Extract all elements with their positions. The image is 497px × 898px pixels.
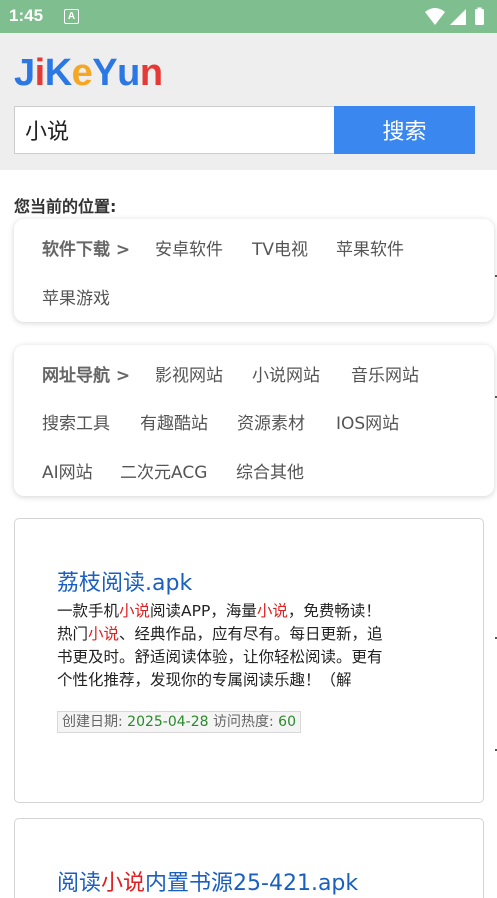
result-title-link[interactable]: 荔枝阅读.apk — [57, 565, 192, 597]
status-time: 1:45 — [9, 6, 44, 25]
nav-android-software[interactable]: 安卓软件 — [155, 235, 223, 260]
nav-video-sites[interactable]: 影视网站 — [155, 361, 223, 386]
nav-apple-games[interactable]: 苹果游戏 — [42, 284, 110, 309]
status-icons — [425, 7, 484, 25]
desc-highlight: 小说 — [119, 602, 151, 620]
location-label: 您当前的位置: — [14, 197, 117, 216]
desc-text: 、经典作品，应有尽有。每日更新，追 — [119, 625, 383, 643]
title-text: 阅读 — [57, 871, 102, 896]
nav-resources[interactable]: 资源素材 — [237, 409, 305, 434]
search-button[interactable]: 搜索 — [334, 106, 475, 154]
nav-tv[interactable]: TV电视 — [252, 235, 308, 260]
result-card[interactable]: 阅读小说内置书源25-421.apk — [14, 818, 484, 898]
logo-letter: n — [139, 52, 163, 94]
result-card[interactable]: 荔枝阅读.apk 一款手机小说阅读APP，海量小说，免费畅读！ 热门小说、经典作… — [14, 518, 484, 803]
logo-letter: e — [71, 52, 93, 94]
desc-highlight: 小说 — [256, 602, 288, 620]
nav-acg[interactable]: 二次元ACG — [120, 458, 207, 483]
nav-ai-sites[interactable]: AI网站 — [42, 458, 93, 483]
software-download-link[interactable]: 软件下载 > — [42, 235, 130, 260]
nav-search-tools[interactable]: 搜索工具 — [42, 409, 110, 434]
nav-others[interactable]: 综合其他 — [236, 458, 304, 483]
signal-icon — [450, 9, 466, 25]
logo-letter: K — [44, 52, 72, 94]
logo-letter: u — [117, 52, 140, 94]
result-meta: 创建日期: 2025-04-28 访问热度: 60 — [57, 711, 301, 733]
desc-text: 热门 — [57, 625, 89, 643]
wifi-icon — [425, 8, 445, 25]
battery-icon — [475, 9, 484, 25]
result-desc-line: 书更及时。舒适阅读体验，让你轻松阅读。更有 — [57, 648, 383, 666]
site-logo[interactable]: JiKeYun — [14, 50, 163, 96]
nav-novel-sites[interactable]: 小说网站 — [252, 361, 320, 386]
heat-label: 访问热度: — [213, 714, 274, 730]
software-nav-card: 软件下载 > 安卓软件 TV电视 苹果软件 苹果游戏 — [14, 219, 494, 322]
title-text: 内置书源25-421.apk — [145, 871, 359, 896]
result-desc-line: 个性化推荐，发现你的专属阅读乐趣！（解 — [57, 671, 352, 689]
nav-music-sites[interactable]: 音乐网站 — [351, 361, 419, 386]
desc-text: 一款手机 — [57, 602, 120, 620]
result-desc-line: 一款手机小说阅读APP，海量小说，免费畅读！ — [57, 599, 381, 621]
sites-nav-card: 网址导航 > 影视网站 小说网站 音乐网站 搜索工具 有趣酷站 资源素材 IOS… — [14, 345, 494, 496]
date-label: 创建日期: — [62, 714, 123, 730]
result-desc-line: 热门小说、经典作品，应有尽有。每日更新，追 — [57, 622, 383, 644]
notification-a-icon: A — [64, 9, 79, 24]
search-input[interactable] — [14, 106, 334, 154]
nav-apple-software[interactable]: 苹果软件 — [336, 235, 404, 260]
title-highlight: 小说 — [101, 871, 146, 896]
status-bar: 1:45 A — [0, 0, 497, 33]
nav-ios-sites[interactable]: IOS网站 — [336, 409, 399, 434]
logo-letter: i — [34, 52, 46, 94]
result-title-link[interactable]: 阅读小说内置书源25-421.apk — [57, 865, 358, 897]
desc-text: 阅读APP，海量 — [150, 602, 257, 620]
site-nav-link[interactable]: 网址导航 > — [42, 361, 130, 386]
nav-fun-sites[interactable]: 有趣酷站 — [140, 409, 208, 434]
date-value: 2025-04-28 — [127, 714, 209, 730]
logo-letter: Y — [92, 52, 118, 94]
heat-value: 60 — [278, 714, 296, 730]
desc-text: ，免费畅读！ — [287, 602, 381, 620]
desc-highlight: 小说 — [88, 625, 120, 643]
logo-letter: J — [14, 52, 35, 94]
